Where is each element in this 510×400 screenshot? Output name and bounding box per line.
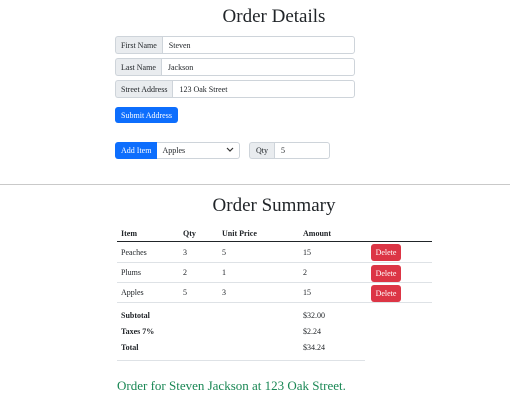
row-unit-price: 5 <box>222 247 226 257</box>
taxes-row: Taxes 7% $2.24 <box>117 323 432 339</box>
table-row: Peaches 3 5 15 Delete <box>117 242 432 263</box>
first-name-group: First Name Steven <box>115 36 355 54</box>
item-select-value: Apples <box>162 146 186 155</box>
table-row: Plums 2 1 2 Delete <box>117 263 432 283</box>
row-qty: 2 <box>183 268 187 277</box>
row-unit-price: 3 <box>222 288 226 297</box>
row-amount: 15 <box>303 247 311 257</box>
submit-address-button[interactable]: Submit Address <box>115 107 178 123</box>
order-details-title: Order Details <box>222 6 326 27</box>
subtotal-label: Subtotal <box>121 310 150 320</box>
last-name-label: Last Name <box>115 58 161 76</box>
row-amount: 2 <box>303 268 307 277</box>
delete-button[interactable]: Delete <box>371 265 401 282</box>
taxes-value: $2.24 <box>303 326 321 336</box>
order-confirmation-text: Order for Steven Jackson at 123 Oak Stre… <box>117 378 346 393</box>
total-value: $34.24 <box>303 342 325 352</box>
row-unit-price: 1 <box>222 268 226 277</box>
header-unit-price: Unit Price <box>222 228 257 238</box>
header-qty: Qty <box>183 228 196 238</box>
last-name-group: Last Name Jackson <box>115 58 355 76</box>
order-summary-title: Order Summary <box>212 195 336 216</box>
subtotal-row: Subtotal $32.00 <box>117 307 432 323</box>
header-amount: Amount <box>303 228 332 238</box>
row-item: Plums <box>121 268 142 277</box>
street-address-label: Street Address <box>115 80 173 98</box>
total-label: Total <box>121 342 139 352</box>
row-qty: 3 <box>183 247 187 257</box>
table-row: Apples 5 3 15 Delete <box>117 283 432 303</box>
delete-button[interactable]: Delete <box>371 285 401 302</box>
total-row: Total $34.24 <box>117 339 432 355</box>
item-select[interactable]: Apples <box>157 142 241 159</box>
row-item: Apples <box>121 288 144 297</box>
add-item-group: Add Item Apples <box>115 142 241 159</box>
qty-group: Qty 5 <box>249 142 330 159</box>
row-qty: 5 <box>183 288 187 297</box>
delete-button[interactable]: Delete <box>371 244 401 261</box>
last-name-input[interactable]: Jackson <box>160 58 355 76</box>
row-item: Peaches <box>121 247 147 257</box>
order-table: Item Qty Unit Price Amount Peaches 3 5 1… <box>117 225 432 355</box>
section-divider <box>0 184 510 185</box>
chevron-down-icon <box>226 147 234 155</box>
taxes-label: Taxes 7% <box>121 326 155 336</box>
street-address-input[interactable]: 123 Oak Street <box>172 80 355 98</box>
table-header: Item Qty Unit Price Amount <box>117 225 432 242</box>
add-item-button[interactable]: Add Item <box>115 142 158 159</box>
subtotal-value: $32.00 <box>303 310 325 320</box>
header-item: Item <box>121 228 137 238</box>
qty-label: Qty <box>249 142 274 159</box>
qty-input[interactable]: 5 <box>274 142 330 159</box>
summary-divider <box>117 360 365 361</box>
first-name-input[interactable]: Steven <box>161 36 355 54</box>
row-amount: 15 <box>303 288 311 297</box>
street-address-group: Street Address 123 Oak Street <box>115 80 355 98</box>
first-name-label: First Name <box>115 36 162 54</box>
